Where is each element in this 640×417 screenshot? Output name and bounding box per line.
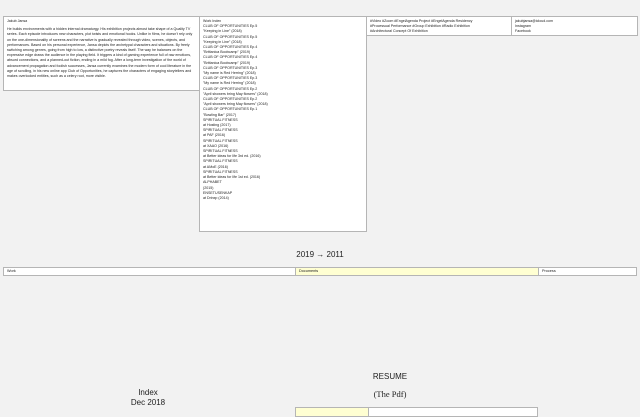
artist-name: Jakub Jansa [7, 19, 28, 23]
facebook-link[interactable]: Facebook [515, 29, 634, 34]
resume-title: RESUME [372, 372, 408, 381]
date-range: 2019 → 2011 [296, 250, 344, 259]
index-link[interactable]: Index Dec 2018 [118, 388, 178, 408]
work-index-panel: Work Index CLUB OF OPPORTUNITIES Ep.5 "Kee… [199, 16, 367, 232]
document-thumbnail[interactable] [368, 407, 538, 417]
document-thumbnail-highlight[interactable] [295, 407, 369, 417]
bio-panel: Jakub Jansa He builds environments with … [3, 16, 200, 91]
tab-process[interactable]: Process [538, 267, 637, 276]
contact-panel: jakubjansa@icloud.com Instagram Facebook [511, 16, 638, 36]
tags-panel: #Video #Zoom #EngelAgenda Project #Engel… [366, 16, 512, 36]
section-tabs: Work Documents Process [3, 267, 637, 276]
index-title: Index [138, 388, 158, 397]
bio-text: He builds environments with a hidden int… [7, 27, 193, 79]
index-date: Dec 2018 [130, 398, 166, 407]
tab-work[interactable]: Work [3, 267, 296, 276]
resume-link[interactable]: RESUME (The Pdf) [370, 372, 410, 399]
work-index-item[interactable]: at Drinxp (2014) [203, 196, 363, 201]
resume-subtitle: (The Pdf) [373, 389, 407, 399]
tag-line[interactable]: #Architectural Concept Of Exhibition [370, 29, 508, 34]
tab-documents[interactable]: Documents [295, 267, 539, 276]
work-index-list: Work Index CLUB OF OPPORTUNITIES Ep.5 "Kee… [203, 19, 363, 201]
